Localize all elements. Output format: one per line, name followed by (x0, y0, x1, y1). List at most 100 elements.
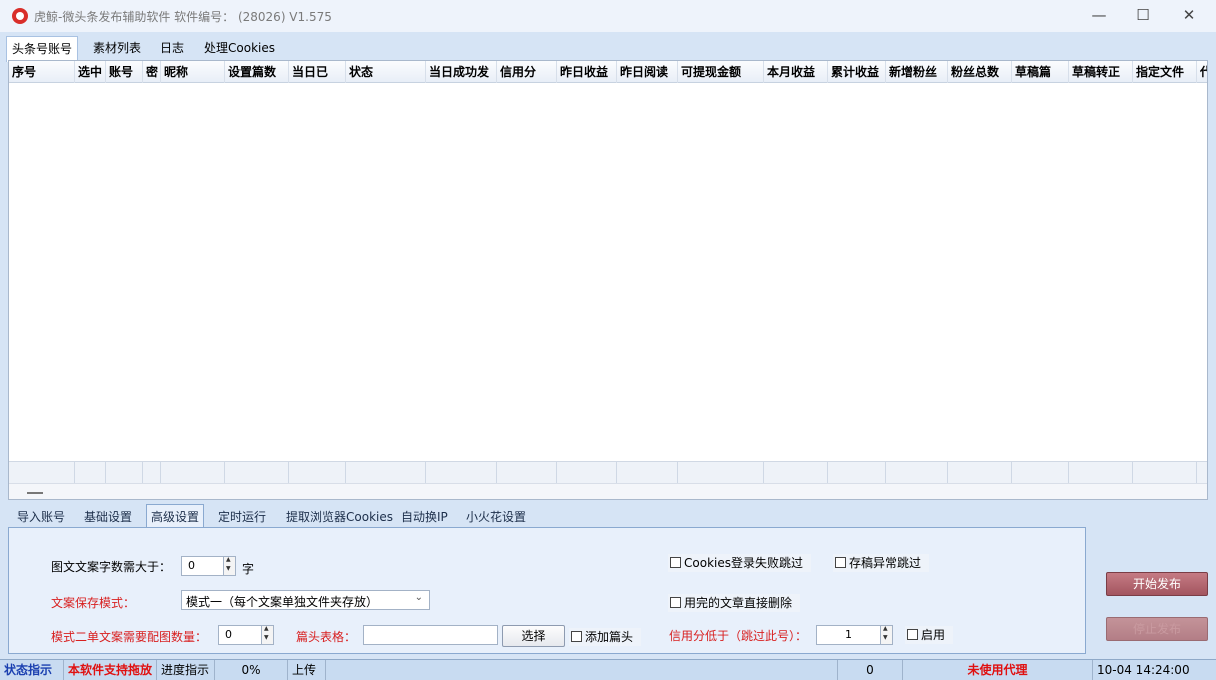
tab-cookies[interactable]: 处理Cookies (199, 36, 280, 60)
footer-cell (9, 462, 75, 484)
status-message (326, 660, 838, 680)
checkbox-icon[interactable] (907, 629, 918, 640)
min-chars-stepper[interactable]: 0 (181, 556, 236, 576)
proxy-status: 未使用代理 (903, 660, 1093, 680)
col-header-today-success[interactable]: 当日成功发 (426, 61, 497, 83)
footer-cell (106, 462, 143, 484)
footer-cell (1012, 462, 1069, 484)
checkbox-icon[interactable] (571, 631, 582, 642)
credit-below-value: 1 (845, 628, 852, 641)
start-publish-button[interactable]: 开始发布 (1106, 572, 1208, 596)
close-button[interactable]: ✕ (1166, 0, 1212, 32)
delete-used-checkbox[interactable]: 用完的文章直接删除 (668, 594, 801, 612)
progress-percent: 0% (215, 660, 288, 680)
tab-materials[interactable]: 素材列表 (88, 36, 146, 60)
footer-cell (497, 462, 557, 484)
table-header: 序号 选中 账号 密 昵称 设置篇数 当日已 状态 当日成功发 信用分 昨日收益… (9, 61, 1207, 83)
status-indicator-label: 状态指示 (0, 660, 64, 680)
footer-cell (764, 462, 828, 484)
checkbox-icon[interactable] (835, 557, 846, 568)
col-header-index[interactable]: 序号 (9, 61, 75, 83)
draft-error-skip-checkbox[interactable]: 存稿异常跳过 (833, 554, 930, 572)
col-header-yesterday-reads[interactable]: 昨日阅读 (617, 61, 678, 83)
footer-cell (1133, 462, 1197, 484)
footer-cell (617, 462, 678, 484)
save-mode-value: 模式一（每个文案单独文件夹存放） (186, 595, 379, 609)
col-header-total-income[interactable]: 累计收益 (828, 61, 886, 83)
status-bar: 状态指示 本软件支持拖放 进度指示 0% 上传 0 未使用代理 10-04 14… (0, 659, 1216, 680)
draft-error-skip-label: 存稿异常跳过 (849, 556, 922, 570)
stepper-arrows-icon[interactable] (880, 625, 892, 644)
footer-cell (1069, 462, 1133, 484)
col-header-drafts[interactable]: 草稿篇 (1012, 61, 1069, 83)
add-header-label: 添加篇头 (585, 630, 634, 644)
tab-import-accounts[interactable]: 导入账号 (13, 506, 69, 528)
col-header-selected[interactable]: 选中 (75, 61, 106, 83)
tab-auto-change-ip[interactable]: 自动换IP (397, 506, 452, 528)
cookies-fail-skip-checkbox[interactable]: Cookies登录失败跳过 (668, 554, 811, 572)
add-header-checkbox[interactable]: 添加篇头 (569, 628, 642, 646)
stepper-arrows-icon[interactable] (261, 625, 273, 644)
footer-cell (143, 462, 161, 484)
mode2-images-stepper[interactable]: 0 (218, 625, 274, 645)
col-header-article-count[interactable]: 设置篇数 (225, 61, 289, 83)
min-chars-value: 0 (188, 559, 195, 572)
col-header-status[interactable]: 状态 (346, 61, 426, 83)
col-header-credit[interactable]: 信用分 (497, 61, 557, 83)
credit-below-stepper[interactable]: 1 (816, 625, 893, 645)
mode2-images-value: 0 (225, 628, 232, 641)
tab-basic-settings[interactable]: 基础设置 (80, 506, 136, 528)
footer-cell (557, 462, 617, 484)
tab-accounts[interactable]: 头条号账号 (6, 36, 79, 62)
choose-file-button[interactable]: 选择 (502, 625, 565, 647)
col-header-yesterday-income[interactable]: 昨日收益 (557, 61, 617, 83)
checkbox-icon[interactable] (670, 557, 681, 568)
accounts-table[interactable]: 序号 选中 账号 密 昵称 设置篇数 当日已 状态 当日成功发 信用分 昨日收益… (8, 60, 1208, 500)
footer-cell (886, 462, 948, 484)
col-header-nickname[interactable]: 昵称 (161, 61, 225, 83)
tab-extract-browser-cookies[interactable]: 提取浏览器Cookies (282, 506, 397, 528)
tab-spark-settings[interactable]: 小火花设置 (462, 506, 530, 528)
tab-scheduled-run[interactable]: 定时运行 (214, 506, 270, 528)
app-logo-icon (12, 8, 28, 24)
status-datetime: 10-04 14:24:00 (1097, 663, 1190, 677)
col-header-withdrawable[interactable]: 可提现金额 (678, 61, 764, 83)
footer-cell (678, 462, 764, 484)
horizontal-scrollbar[interactable] (9, 483, 1207, 499)
save-mode-select[interactable]: 模式一（每个文案单独文件夹存放） ⌄ (181, 590, 430, 610)
progress-label: 进度指示 (157, 660, 215, 680)
col-header-proxy[interactable]: 代 (1197, 61, 1207, 83)
footer-cell (346, 462, 426, 484)
col-header-month-income[interactable]: 本月收益 (764, 61, 828, 83)
maximize-button[interactable]: ☐ (1120, 0, 1166, 32)
footer-cell (225, 462, 289, 484)
footer-cell (426, 462, 497, 484)
save-mode-label: 文案保存模式： (51, 596, 136, 610)
col-header-password[interactable]: 密 (143, 61, 161, 83)
mode2-images-label: 模式二单文案需要配图数量： (51, 630, 208, 644)
col-header-new-fans[interactable]: 新增粉丝 (886, 61, 948, 83)
scrollbar-thumb[interactable] (27, 492, 43, 494)
col-header-total-fans[interactable]: 粉丝总数 (948, 61, 1012, 83)
footer-cell (75, 462, 106, 484)
footer-cell (948, 462, 1012, 484)
col-header-specified-file[interactable]: 指定文件 (1133, 61, 1197, 83)
col-header-draft-convert[interactable]: 草稿转正 (1069, 61, 1133, 83)
footer-cell (289, 462, 346, 484)
title-bar: 虎鲸-微头条发布辅助软件 软件编号： (28026) V1.575 — ☐ ✕ (0, 0, 1216, 32)
title-sheet-input[interactable] (363, 625, 498, 645)
cookies-fail-skip-label: Cookies登录失败跳过 (684, 556, 803, 570)
drag-support-text: 本软件支持拖放 (64, 660, 157, 680)
checkbox-icon[interactable] (670, 597, 681, 608)
tab-log[interactable]: 日志 (155, 36, 189, 60)
table-footer-row (9, 461, 1207, 484)
col-header-account[interactable]: 账号 (106, 61, 143, 83)
col-header-today-done[interactable]: 当日已 (289, 61, 346, 83)
stop-publish-button[interactable]: 停止发布 (1106, 617, 1208, 641)
credit-enable-checkbox[interactable]: 启用 (905, 626, 954, 644)
min-chars-label: 图文文案字数需大于： (51, 560, 172, 574)
status-count: 0 (838, 660, 903, 680)
minimize-button[interactable]: — (1076, 0, 1122, 32)
stepper-arrows-icon[interactable] (223, 556, 235, 575)
advanced-settings-panel: 图文文案字数需大于： 0 字 文案保存模式： 模式一（每个文案单独文件夹存放） … (8, 527, 1086, 654)
